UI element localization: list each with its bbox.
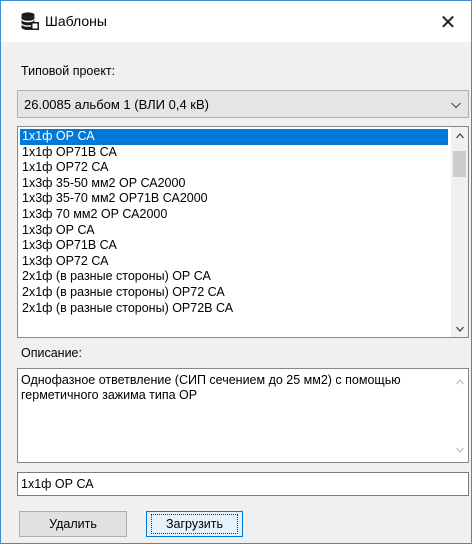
list-item[interactable]: 1х3ф 70 мм2 ОР СА2000: [20, 207, 448, 223]
delete-button-label: Удалить: [49, 517, 97, 531]
template-name-value: 1х1ф ОР СА: [21, 477, 94, 491]
scroll-thumb[interactable]: [453, 151, 466, 177]
list-item[interactable]: 2х1ф (в разные стороны) ОР СА: [20, 269, 448, 285]
project-select-value: 26.0085 альбом 1 (ВЛИ 0,4 кВ): [24, 97, 209, 112]
list-item[interactable]: 1х3ф 35-70 мм2 ОР71В СА2000: [20, 191, 448, 207]
list-item[interactable]: 2х1ф (в разные стороны) ОР72В СА: [20, 301, 448, 317]
chevron-down-icon: [451, 102, 461, 109]
project-label: Типовой проект:: [21, 64, 116, 78]
close-button[interactable]: ✕: [431, 7, 465, 37]
scroll-up-arrow-icon[interactable]: [451, 127, 468, 144]
templates-list[interactable]: 1х1ф ОР СА 1х1ф ОР71В СА 1х1ф ОР72 СА 1х3ф …: [17, 126, 469, 338]
scroll-down-arrow-icon[interactable]: [451, 320, 468, 337]
list-item[interactable]: 1х3ф ОР72 СА: [20, 254, 448, 270]
templates-list-items: 1х1ф ОР СА 1х1ф ОР71В СА 1х1ф ОР72 СА 1х3ф …: [20, 129, 448, 316]
delete-button[interactable]: Удалить: [19, 511, 127, 537]
template-name-input[interactable]: 1х1ф ОР СА: [17, 472, 469, 496]
templates-list-scrollbar[interactable]: [451, 127, 468, 337]
scroll-down-arrow-icon[interactable]: [451, 441, 468, 458]
list-item[interactable]: 1х1ф ОР СА: [20, 129, 448, 145]
templates-dialog: Шаблоны ✕ Типовой проект: 26.0085 альбом…: [0, 0, 472, 544]
list-item[interactable]: 1х3ф ОР71В СА: [20, 238, 448, 254]
description-scrollbar[interactable]: [451, 369, 468, 462]
description-label: Описание:: [21, 346, 82, 360]
description-text: Однофазное ответвление (СИП сечением до …: [21, 373, 401, 402]
title-bar[interactable]: Шаблоны ✕: [1, 1, 471, 42]
list-item[interactable]: 1х1ф ОР72 СА: [20, 160, 448, 176]
close-icon: ✕: [439, 11, 457, 34]
load-button[interactable]: Загрузить: [146, 511, 243, 537]
list-item[interactable]: 2х1ф (в разные стороны) ОР72 СА: [20, 285, 448, 301]
database-icon: [21, 12, 39, 30]
window-title: Шаблоны: [45, 13, 107, 29]
description-textarea[interactable]: Однофазное ответвление (СИП сечением до …: [17, 368, 469, 463]
project-select[interactable]: 26.0085 альбом 1 (ВЛИ 0,4 кВ): [17, 90, 469, 118]
list-item[interactable]: 1х1ф ОР71В СА: [20, 145, 448, 161]
list-item[interactable]: 1х3ф 35-50 мм2 ОР СА2000: [20, 176, 448, 192]
list-item[interactable]: 1х3ф ОР СА: [20, 223, 448, 239]
load-button-label: Загрузить: [150, 514, 239, 534]
scroll-up-arrow-icon[interactable]: [451, 373, 468, 390]
